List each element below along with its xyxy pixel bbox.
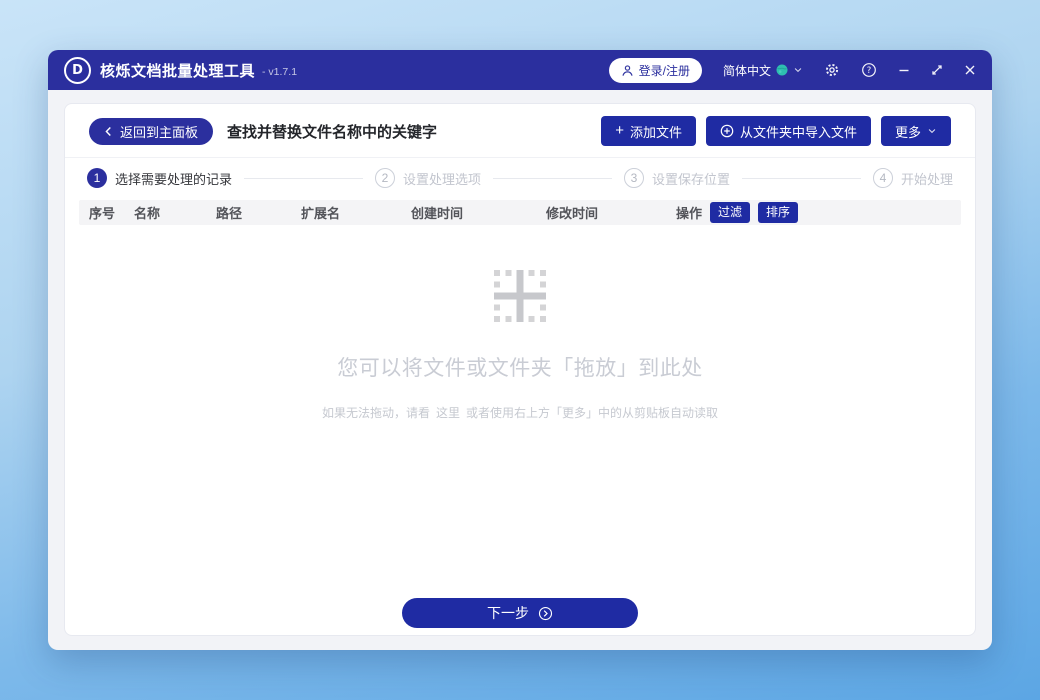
- chevron-left-icon: [104, 126, 113, 137]
- svg-text:?: ?: [867, 66, 872, 76]
- step-connector: [244, 178, 363, 179]
- drop-zone[interactable]: 您可以将文件或文件夹「拖放」到此处 如果无法拖动，请看这里或者使用右上方「更多」…: [65, 225, 975, 598]
- step-number: 3: [624, 168, 644, 188]
- add-file-button[interactable]: + 添加文件: [601, 116, 696, 146]
- user-icon: [621, 64, 634, 77]
- step-number: 2: [375, 168, 395, 188]
- page-title: 查找并替换文件名称中的关键字: [227, 121, 437, 142]
- plus-icon: +: [615, 123, 624, 138]
- step-label: 设置保存位置: [652, 169, 730, 188]
- sort-button[interactable]: 排序: [758, 202, 798, 222]
- chevron-down-icon: [927, 126, 937, 136]
- more-button[interactable]: 更多: [881, 116, 951, 146]
- import-from-folder-button[interactable]: 从文件夹中导入文件: [706, 116, 871, 146]
- drop-zone-main-text: 您可以将文件或文件夹「拖放」到此处: [337, 352, 703, 382]
- step-3-save-location: 3 设置保存位置: [624, 168, 730, 188]
- hint-prefix: 如果无法拖动，请看: [322, 406, 430, 420]
- login-register-label: 登录/注册: [639, 62, 690, 79]
- step-label: 设置处理选项: [403, 169, 481, 188]
- column-header-extension: 扩展名: [301, 203, 411, 222]
- column-header-index: 序号: [79, 203, 134, 222]
- circle-plus-icon: [720, 124, 734, 138]
- step-label: 开始处理: [901, 169, 953, 188]
- minimize-button[interactable]: [898, 64, 910, 76]
- more-label: 更多: [895, 122, 921, 141]
- next-step-label: 下一步: [487, 603, 529, 623]
- chevron-down-icon: [793, 65, 803, 75]
- window-body: 返回到主面板 查找并替换文件名称中的关键字 + 添加文件 从文件夹中导入文件: [48, 90, 992, 650]
- filter-button[interactable]: 过滤: [710, 202, 750, 222]
- globe-icon: [776, 64, 788, 76]
- settings-gear-icon[interactable]: [824, 62, 840, 78]
- app-title: 核烁文档批量处理工具: [100, 60, 255, 81]
- column-header-created: 创建时间: [411, 203, 546, 222]
- table-header: 序号 名称 路径 扩展名 创建时间 修改时间 操作 过滤 排序: [79, 200, 961, 225]
- import-from-folder-label: 从文件夹中导入文件: [740, 122, 857, 141]
- help-icon[interactable]: ?: [861, 62, 877, 78]
- login-register-button[interactable]: 登录/注册: [609, 58, 702, 83]
- titlebar: D 核烁文档批量处理工具 - v1.7.1 登录/注册 简体中文: [48, 50, 992, 90]
- next-step-button[interactable]: 下一步: [402, 598, 638, 628]
- footer: 下一步: [65, 598, 975, 635]
- back-button-label: 返回到主面板: [120, 122, 198, 141]
- step-4-start: 4 开始处理: [873, 168, 953, 188]
- step-1-select-records: 1 选择需要处理的记录: [87, 168, 232, 188]
- stepper: 1 选择需要处理的记录 2 设置处理选项 3 设置保存位置 4 开始处理: [65, 158, 975, 196]
- here-link[interactable]: 这里: [436, 406, 460, 420]
- drop-target-icon: [493, 269, 547, 323]
- app-window: D 核烁文档批量处理工具 - v1.7.1 登录/注册 简体中文: [48, 50, 992, 650]
- back-to-dashboard-button[interactable]: 返回到主面板: [89, 118, 213, 145]
- language-selector[interactable]: 简体中文: [723, 62, 803, 79]
- drop-zone-hint: 如果无法拖动，请看这里或者使用右上方「更多」中的从剪贴板自动读取: [322, 404, 718, 421]
- hint-suffix: 或者使用右上方「更多」中的从剪贴板自动读取: [466, 406, 718, 420]
- app-version: - v1.7.1: [262, 66, 297, 78]
- step-connector: [742, 178, 861, 179]
- column-header-actions: 操作: [676, 203, 702, 222]
- step-number: 4: [873, 168, 893, 188]
- step-number: 1: [87, 168, 107, 188]
- language-label: 简体中文: [723, 62, 771, 79]
- step-connector: [493, 178, 612, 179]
- add-file-label: 添加文件: [630, 122, 682, 141]
- circle-arrow-right-icon: [538, 606, 553, 621]
- column-header-path: 路径: [216, 203, 301, 222]
- column-header-modified: 修改时间: [546, 203, 676, 222]
- step-label: 选择需要处理的记录: [115, 169, 232, 188]
- app-logo-icon: D: [64, 57, 91, 84]
- maximize-button[interactable]: [931, 64, 943, 76]
- content-panel: 返回到主面板 查找并替换文件名称中的关键字 + 添加文件 从文件夹中导入文件: [64, 103, 976, 636]
- step-2-options: 2 设置处理选项: [375, 168, 481, 188]
- toolbar: 返回到主面板 查找并替换文件名称中的关键字 + 添加文件 从文件夹中导入文件: [65, 104, 975, 158]
- close-button[interactable]: [964, 64, 976, 76]
- column-header-name: 名称: [134, 203, 216, 222]
